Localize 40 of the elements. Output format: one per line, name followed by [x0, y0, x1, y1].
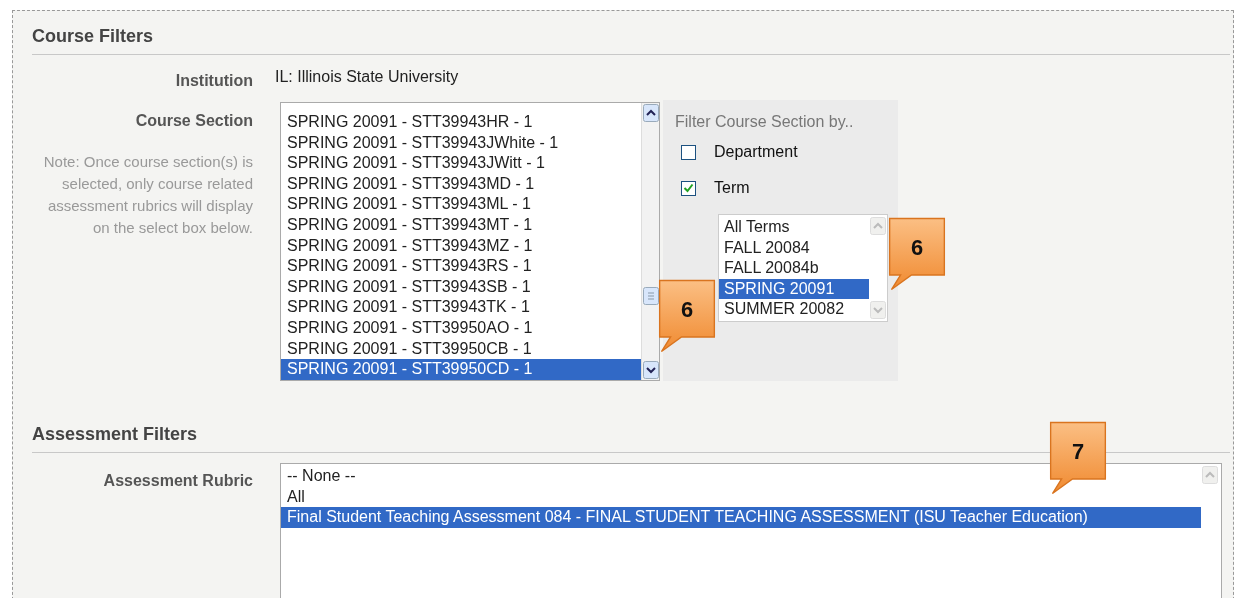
institution-value: IL: Illinois State University	[275, 67, 460, 87]
list-option[interactable]: All Terms	[719, 217, 869, 238]
list-option[interactable]: SUMMER 20082	[719, 299, 869, 320]
callout-marker: 6	[656, 278, 718, 354]
scroll-down-icon[interactable]	[643, 361, 659, 379]
list-option[interactable]: SPRING 20091 - STT39943HR - 1	[281, 112, 641, 133]
list-option[interactable]: SPRING 20091 - STT39943MT - 1	[281, 214, 641, 236]
list-option[interactable]: SPRING 20091 - STT39950AO - 1	[281, 317, 641, 339]
help-note: Note: Once course section(s) is selected, only course related assessment rubrics will display on the select box below.	[42, 152, 253, 238]
list-option[interactable]: SPRING 20091 - STT39943RS - 1	[281, 256, 641, 277]
list-option[interactable]: SPRING 20091	[719, 278, 869, 300]
section-heading: Course Filters	[32, 23, 1230, 55]
panel-title: Filter Course Section by..	[675, 112, 855, 132]
course-section-listbox[interactable]	[280, 102, 660, 381]
scrollbar[interactable]	[641, 103, 659, 380]
list-option[interactable]: SPRING 20091 - STT39943SB - 1	[281, 276, 641, 298]
list-option[interactable]: SPRING 20091 - STT39943MD - 1	[281, 173, 641, 195]
term-listbox[interactable]: All Terms FALL 20084 FALL 20084b SPRING 20091 SUMMER 20082	[718, 214, 888, 322]
list-option[interactable]: SPRING 20091 - STT39943ML - 1	[281, 194, 641, 215]
checkbox[interactable]	[681, 144, 696, 160]
list-option[interactable]: SPRING 20091 - STT39950CB - 1	[281, 338, 641, 360]
field-label: Institution	[175, 71, 253, 91]
list-option[interactable]: FALL 20084	[719, 237, 869, 259]
list-option[interactable]: SPRING 20091 - STT39943TK - 1	[281, 297, 641, 318]
list-option[interactable]: SPRING 20091 - STT39943MZ - 1	[281, 235, 641, 257]
field-label: Course Section	[135, 111, 253, 131]
scroll-thumb-icon[interactable]	[643, 287, 659, 305]
list-option[interactable]: SPRING 20091 - STT39943JWitt - 1	[281, 153, 641, 174]
list-option[interactable]: SPRING 20091 - STT39943JWhite - 1	[281, 132, 641, 154]
callout-marker: 7	[1047, 420, 1109, 496]
list-option[interactable]: Final Student Teaching Assessment 084 - FINAL STUDENT TEACHING ASSESSMENT (ISU Teacher Education)	[281, 507, 1201, 528]
assessment-rubric-listbox[interactable]: -- None -- All Final Student Teaching Assessment 084 - FINAL STUDENT TEACHING ASSESSMENT (ISU Teacher Education)	[280, 463, 1222, 598]
list-option[interactable]: SPRING 20091 - STT39950CD - 1	[281, 359, 641, 380]
field-label: Assessment Rubric	[103, 471, 253, 491]
callout-marker: 6	[886, 216, 948, 292]
checkbox-label: Term	[714, 178, 750, 198]
list-option[interactable]: FALL 20084b	[719, 258, 869, 279]
checkbox-label: Department	[714, 142, 798, 162]
checkbox[interactable]	[681, 180, 696, 196]
scroll-up-icon[interactable]	[643, 104, 659, 122]
